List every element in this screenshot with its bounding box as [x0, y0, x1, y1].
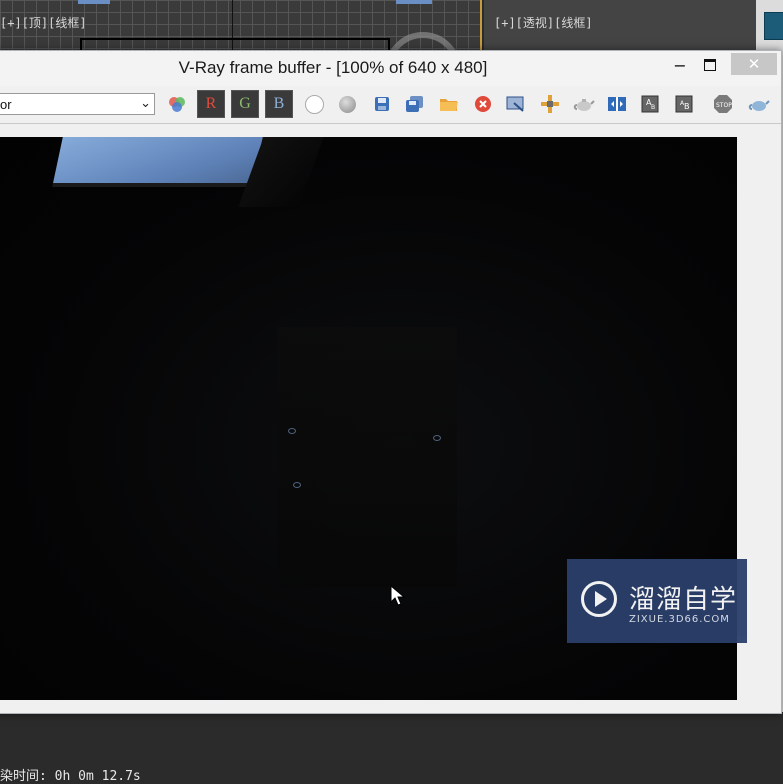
save-image-icon[interactable]: [370, 92, 394, 116]
viewport-strip: [396, 0, 432, 4]
window-title: V-Ray frame buffer - [100% of 640 x 480]: [178, 58, 488, 77]
panel-icon[interactable]: [764, 12, 783, 40]
minimize-button[interactable]: −: [663, 53, 697, 77]
chevron-down-icon: ⌄: [140, 95, 151, 110]
vfb-toolbar: or ⌄ R G B A B A B STOP: [0, 87, 781, 124]
svg-text:STOP: STOP: [716, 102, 732, 109]
green-channel-button[interactable]: G: [231, 90, 259, 118]
svg-text:B: B: [684, 102, 690, 111]
mouse-cursor-icon: [390, 585, 406, 606]
maximize-icon: [704, 59, 716, 71]
save-all-icon[interactable]: [403, 92, 427, 116]
render-time-text: 渲染时间: 0h 0m 12.7s: [0, 769, 141, 784]
history-a-icon[interactable]: AB: [638, 92, 662, 116]
open-folder-icon[interactable]: [437, 92, 461, 116]
svg-text:B: B: [651, 104, 655, 111]
blue-channel-button[interactable]: B: [265, 90, 293, 118]
track-mouse-icon[interactable]: [538, 92, 562, 116]
history-b-icon[interactable]: AB: [672, 92, 696, 116]
stop-render-icon[interactable]: STOP: [711, 92, 735, 116]
rendered-highlight: [293, 482, 301, 488]
copy-to-max-icon[interactable]: [504, 92, 528, 116]
rendered-highlight: [288, 428, 296, 434]
watermark-brand: 溜溜自学: [629, 585, 738, 615]
viewport-label[interactable]: [+][顶][线框]: [0, 14, 87, 31]
channel-select[interactable]: or ⌄: [0, 93, 155, 115]
rendered-object: [277, 327, 457, 587]
clear-image-icon[interactable]: [471, 92, 495, 116]
rendered-skylight: [52, 137, 274, 187]
channel-select-value: or: [0, 97, 12, 112]
viewport-strip: [78, 0, 110, 4]
render-status: 渲染时间: 0h 0m 12.7s: [0, 757, 737, 784]
rendered-highlight: [433, 435, 441, 441]
render-teapot-icon[interactable]: [572, 92, 596, 116]
watermark-url: ZIXUE.3D66.COM: [629, 614, 730, 625]
compare-ab-icon[interactable]: [605, 92, 629, 116]
watermark: 溜溜自学 ZIXUE.3D66.COM: [567, 559, 747, 643]
render-teapot-icon[interactable]: [747, 92, 771, 116]
red-channel-button[interactable]: R: [197, 90, 225, 118]
color-channels-icon[interactable]: [165, 92, 189, 116]
title-bar[interactable]: V-Ray frame buffer - [100% of 640 x 480]…: [0, 51, 781, 86]
vfb-bottom-bar: [0, 700, 781, 713]
maximize-button[interactable]: [693, 53, 727, 77]
alpha-white-icon[interactable]: [302, 92, 326, 116]
viewport-label[interactable]: [+][透视][线框]: [494, 14, 593, 31]
mono-gray-icon[interactable]: [335, 92, 359, 116]
play-logo-icon: [581, 581, 617, 617]
close-button[interactable]: ✕: [731, 53, 777, 75]
